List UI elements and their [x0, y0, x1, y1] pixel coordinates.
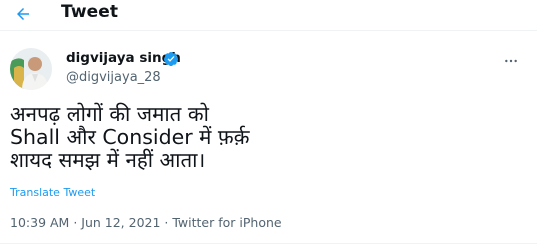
tweet-date[interactable]: Jun 12, 2021 — [81, 215, 160, 230]
meta-separator: · — [69, 215, 82, 230]
avatar-image — [10, 48, 52, 90]
arrow-left-icon — [17, 8, 29, 20]
tweet-text: अनपढ़ लोगों की जमात को Shall और Consider… — [10, 102, 250, 172]
more-options-button[interactable] — [500, 50, 522, 72]
meta-separator: · — [160, 215, 173, 230]
tweet-page: Tweet digvijaya singh @digvijaya_28 अनपढ… — [0, 0, 537, 252]
more-options-icon — [505, 59, 517, 63]
author-handle[interactable]: @digvijaya_28 — [66, 70, 161, 85]
header-divider — [0, 30, 537, 31]
avatar[interactable] — [10, 48, 52, 90]
top-bar: Tweet — [0, 0, 537, 30]
meta-divider — [0, 243, 537, 244]
page-title: Tweet — [61, 2, 119, 22]
verified-badge-icon — [164, 52, 178, 67]
tweet-time[interactable]: 10:39 AM — [10, 215, 69, 230]
translate-tweet-link[interactable]: Translate Tweet — [10, 186, 95, 199]
tweet-meta: 10:39 AM · Jun 12, 2021 · Twitter for iP… — [10, 215, 282, 230]
tweet-source[interactable]: Twitter for iPhone — [172, 215, 281, 230]
back-button[interactable] — [8, 0, 38, 28]
